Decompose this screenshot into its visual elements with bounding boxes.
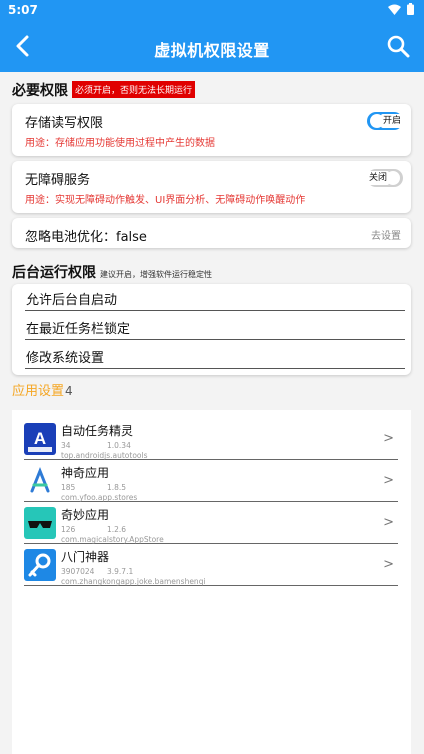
- search-icon[interactable]: [386, 34, 410, 58]
- background-permissions-card: 允许后台自启动 在最近任务栏锁定 修改系统设置: [12, 284, 411, 375]
- app-version-name: 1.2.6: [107, 525, 127, 534]
- app-package: top.androidjs.autotools: [61, 451, 148, 460]
- background-section-title: 后台运行权限: [12, 265, 96, 281]
- app-row-shenqi[interactable]: 神奇应用 185 1.8.5 com.yfoo.app.stores >: [24, 462, 398, 502]
- battery-settings-link[interactable]: 去设置: [371, 227, 401, 242]
- required-section-title: 必要权限: [12, 83, 68, 99]
- status-bar: 5:07: [0, 0, 424, 22]
- chevron-right-icon: >: [383, 473, 394, 488]
- app-meta: 126 1.2.6: [61, 525, 126, 534]
- app-package: com.zhangkongapp.joke.bamenshenqi: [61, 577, 206, 586]
- app-name: 自动任务精灵: [61, 424, 134, 438]
- app-meta: 185 1.8.5: [61, 483, 126, 492]
- key-magnifier-icon: [24, 549, 56, 581]
- app-version-code: 3907024: [61, 567, 95, 576]
- autotask-icon: A: [24, 423, 56, 455]
- app-meta: 34 1.0.34: [61, 441, 131, 450]
- required-section-header: 必要权限 必须开启，否则无法长期运行: [12, 80, 196, 100]
- wifi-icon: [388, 4, 401, 15]
- app-row-qimiao[interactable]: 奇妙应用 126 1.2.6 com.magicalstory.AppStore…: [24, 504, 398, 544]
- accessibility-service-title: 无障碍服务: [25, 173, 91, 188]
- app-list-panel: A 自动任务精灵 34 1.0.34 top.androidjs.autotoo…: [12, 410, 411, 754]
- system-icons: [388, 3, 414, 15]
- app-bar: 虚拟机权限设置: [0, 22, 424, 72]
- app-version-code: 126: [61, 525, 76, 534]
- app-name: 八门神器: [61, 550, 110, 564]
- app-settings-header: 应用设置4: [12, 380, 73, 399]
- list-item-lock-recents[interactable]: 在最近任务栏锁定: [25, 316, 405, 340]
- battery-optimization-card[interactable]: 忽略电池优化：false 去设置: [12, 218, 411, 248]
- app-package: com.yfoo.app.stores: [61, 493, 138, 502]
- background-section-note: 建议开启，增强软件运行稳定性: [100, 270, 212, 279]
- battery-icon: [407, 3, 414, 15]
- app-version-code: 34: [61, 441, 71, 450]
- background-section-header: 后台运行权限 建议开启，增强软件运行稳定性: [12, 262, 212, 282]
- app-name: 神奇应用: [61, 466, 110, 480]
- toggle-label: 开启: [380, 114, 403, 128]
- chevron-right-icon: >: [383, 515, 394, 530]
- list-item-autostart[interactable]: 允许后台自启动: [25, 287, 405, 311]
- app-version-name: 1.8.5: [107, 483, 127, 492]
- storage-permission-toggle[interactable]: 开启: [367, 112, 403, 130]
- storage-permission-card[interactable]: 存储读写权限 用途：存储应用功能使用过程中产生的数据 开启: [12, 104, 411, 156]
- app-meta: 3907024 3.9.7.1: [61, 567, 133, 576]
- accessibility-service-usage: 用途：实现无障碍动作触发、UI界面分析、无障碍动作唤醒动作: [25, 195, 306, 206]
- app-row-bamen[interactable]: 八门神器 3907024 3.9.7.1 com.zhangkongapp.jo…: [24, 546, 398, 586]
- app-name: 奇妙应用: [61, 508, 110, 522]
- list-item-modify-settings[interactable]: 修改系统设置: [25, 345, 405, 369]
- app-version-name: 1.0.34: [107, 441, 131, 450]
- required-warning-badge: 必须开启，否则无法长期运行: [72, 81, 196, 98]
- app-store-a-icon: [24, 465, 56, 497]
- app-row-autotask[interactable]: A 自动任务精灵 34 1.0.34 top.androidjs.autotoo…: [24, 420, 398, 460]
- app-count: 4: [65, 384, 73, 398]
- list-item-label: 允许后台自启动: [26, 293, 118, 308]
- magic-sunglasses-icon: [24, 507, 56, 539]
- chevron-right-icon: >: [383, 557, 394, 572]
- svg-text:A: A: [34, 429, 46, 448]
- list-item-label: 在最近任务栏锁定: [26, 322, 131, 337]
- app-version-code: 185: [61, 483, 76, 492]
- page-title: 虚拟机权限设置: [154, 41, 270, 60]
- app-package: com.magicalstory.AppStore: [61, 535, 164, 544]
- toggle-label: 关闭: [367, 171, 390, 185]
- app-version-name: 3.9.7.1: [107, 567, 134, 576]
- accessibility-service-toggle[interactable]: 关闭: [367, 169, 403, 187]
- list-item-label: 修改系统设置: [26, 351, 105, 366]
- app-settings-title: 应用设置: [12, 384, 65, 399]
- battery-optimization-label: 忽略电池优化：false: [25, 230, 147, 245]
- accessibility-service-card[interactable]: 无障碍服务 用途：实现无障碍动作触发、UI界面分析、无障碍动作唤醒动作 关闭: [12, 161, 411, 213]
- chevron-right-icon: >: [383, 431, 394, 446]
- storage-permission-title: 存储读写权限: [25, 116, 104, 131]
- storage-permission-usage: 用途：存储应用功能使用过程中产生的数据: [25, 138, 215, 149]
- status-time: 5:07: [8, 3, 38, 17]
